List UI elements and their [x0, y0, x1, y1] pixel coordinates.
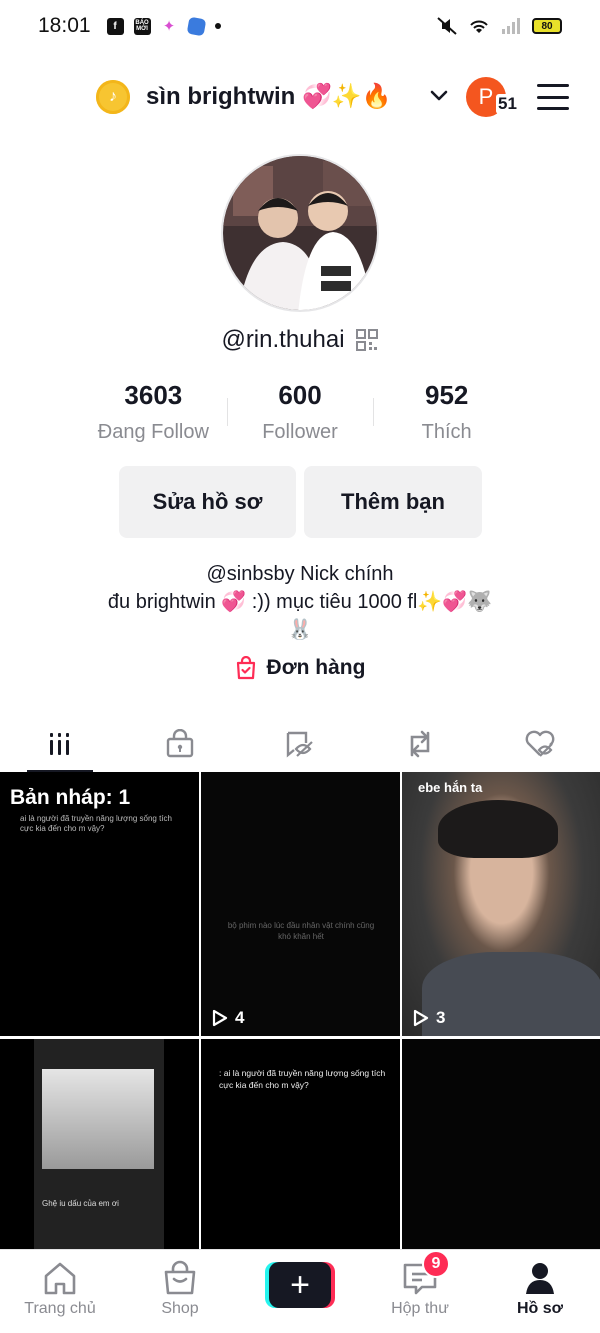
status-bar: 18:01 f BÁO MỚI ✦ 80 — [0, 0, 600, 52]
nav-home[interactable]: Trang chủ — [0, 1250, 120, 1333]
orders-link[interactable]: Đơn hàng — [0, 656, 600, 680]
stat-label: Đang Follow — [97, 421, 209, 443]
gem-icon: ✦ — [162, 18, 176, 35]
nav-inbox[interactable]: 9 Hộp thư — [360, 1250, 480, 1333]
menu-icon[interactable] — [537, 84, 569, 110]
qr-code-icon[interactable] — [355, 328, 379, 352]
stat-label: Follower — [262, 421, 338, 443]
create-button[interactable]: + — [265, 1262, 335, 1308]
coin-icon[interactable]: ♪ — [96, 80, 130, 114]
hidden-eye-icon — [286, 731, 313, 758]
nav-label: Shop — [161, 1300, 199, 1317]
video-grid: Bản nháp: 1 ai là người đã truyền năng l… — [0, 772, 600, 1303]
thumbnail-image — [42, 1069, 154, 1169]
cube-icon — [186, 16, 206, 36]
view-count: 4 — [211, 1008, 244, 1028]
tab-liked[interactable] — [480, 716, 600, 772]
draft-video[interactable]: Bản nháp: 1 ai là người đã truyền năng l… — [0, 772, 199, 1036]
bio-line: 🐰 — [287, 619, 313, 641]
nav-shop[interactable]: Shop — [120, 1250, 240, 1333]
play-icon — [413, 1009, 429, 1027]
stat-value: 600 — [278, 380, 322, 410]
thumbnail-hair — [438, 800, 558, 858]
bio-line: đu brightwin 💞 :)) mục tiêu 1000 fl✨💞🐺 — [107, 591, 493, 613]
stat-value: 3603 — [124, 380, 183, 410]
repost-icon — [410, 730, 430, 758]
wifi-icon — [470, 20, 488, 33]
signal-icon — [502, 18, 520, 34]
nav-label: Trang chủ — [24, 1300, 96, 1317]
play-icon — [212, 1009, 228, 1027]
nav-label: Hộp thư — [391, 1300, 449, 1317]
dot-icon — [214, 23, 221, 29]
stat-value: 952 — [424, 380, 469, 410]
handle-row: @rin.thuhai — [0, 326, 600, 354]
song-title: Ghệ iu dấu của em ơi — [42, 1199, 119, 1208]
bottom-navigation: Trang chủ Shop + 9 Hộp thư Hồ sơ — [0, 1249, 600, 1333]
thumbnail-shirt — [422, 952, 600, 1036]
account-badge-count: 51 — [496, 94, 519, 114]
tab-reposts[interactable] — [360, 716, 480, 772]
view-count-value: 4 — [235, 1008, 245, 1027]
profile-header: ♪ sìn brightwin 💞✨🔥 P 51 — [0, 70, 600, 126]
add-friend-button[interactable]: Thêm bạn — [304, 466, 482, 538]
view-count-value: 3 — [436, 1008, 446, 1027]
video-caption: : ai là người đã truyền năng lượng sống … — [219, 1068, 386, 1090]
view-count: 3 — [412, 1008, 445, 1028]
tab-videos[interactable] — [0, 716, 120, 772]
home-icon — [44, 1262, 76, 1295]
bio-line: @sinbsby Nick chính — [206, 563, 394, 585]
video-thumbnail[interactable]: ebe hắn ta 3 — [402, 772, 600, 1036]
avatar-image — [223, 156, 377, 310]
nav-profile[interactable]: Hồ sơ — [480, 1250, 600, 1333]
mute-icon — [437, 17, 457, 35]
tab-hidden[interactable] — [240, 716, 360, 772]
video-overlay-text: ebe hắn ta — [418, 780, 483, 795]
notification-icons: f BÁO MỚI ✦ — [106, 16, 221, 36]
profile-avatar[interactable] — [221, 154, 379, 312]
battery-icon: 80 — [532, 18, 562, 34]
profile-bio: @sinbsby Nick chính đu brightwin 💞 :)) m… — [60, 560, 540, 644]
profile-icon — [526, 1263, 554, 1294]
plus-icon: + — [269, 1262, 331, 1308]
profile-handle: @rin.thuhai — [221, 326, 345, 353]
nav-label: Hồ sơ — [516, 1300, 564, 1317]
edit-profile-button[interactable]: Sửa hồ sơ — [119, 466, 296, 538]
system-icons: 80 — [436, 16, 562, 36]
followers-stat[interactable]: 600 Follower — [226, 380, 374, 444]
lock-icon — [166, 729, 194, 758]
shop-bag-icon — [164, 1260, 196, 1295]
draft-caption: ai là người đã truyền năng lượng sống tí… — [20, 814, 172, 833]
stat-label: Thích — [421, 421, 472, 443]
following-stat[interactable]: 3603 Đang Follow — [80, 380, 227, 444]
facebook-icon: f — [106, 17, 124, 35]
draft-count-label: Bản nháp: 1 — [10, 786, 131, 809]
inbox-badge: 9 — [422, 1250, 450, 1278]
account-switcher-name[interactable]: sìn brightwin 💞✨🔥 — [146, 82, 392, 111]
profile-stats: 3603 Đang Follow 600 Follower 952 Thích — [80, 380, 520, 444]
baomoi-icon: BÁO MỚI — [133, 17, 151, 35]
grid-icon — [50, 733, 69, 755]
shopping-bag-icon — [236, 656, 255, 680]
profile-actions: Sửa hồ sơ Thêm bạn — [119, 466, 482, 538]
video-caption: bộ phim nào lúc đầu nhân vật chính cũng … — [227, 921, 375, 941]
content-tabs — [0, 716, 600, 772]
video-thumbnail[interactable]: bộ phim nào lúc đầu nhân vật chính cũng … — [201, 772, 400, 1036]
orders-label: Đơn hàng — [266, 656, 366, 679]
nav-create[interactable]: + — [240, 1250, 360, 1333]
likes-stat[interactable]: 952 Thích — [373, 380, 520, 444]
status-time: 18:01 — [38, 14, 91, 37]
liked-hidden-icon — [525, 730, 555, 757]
chevron-down-icon[interactable] — [427, 84, 451, 108]
tab-private[interactable] — [120, 716, 240, 772]
